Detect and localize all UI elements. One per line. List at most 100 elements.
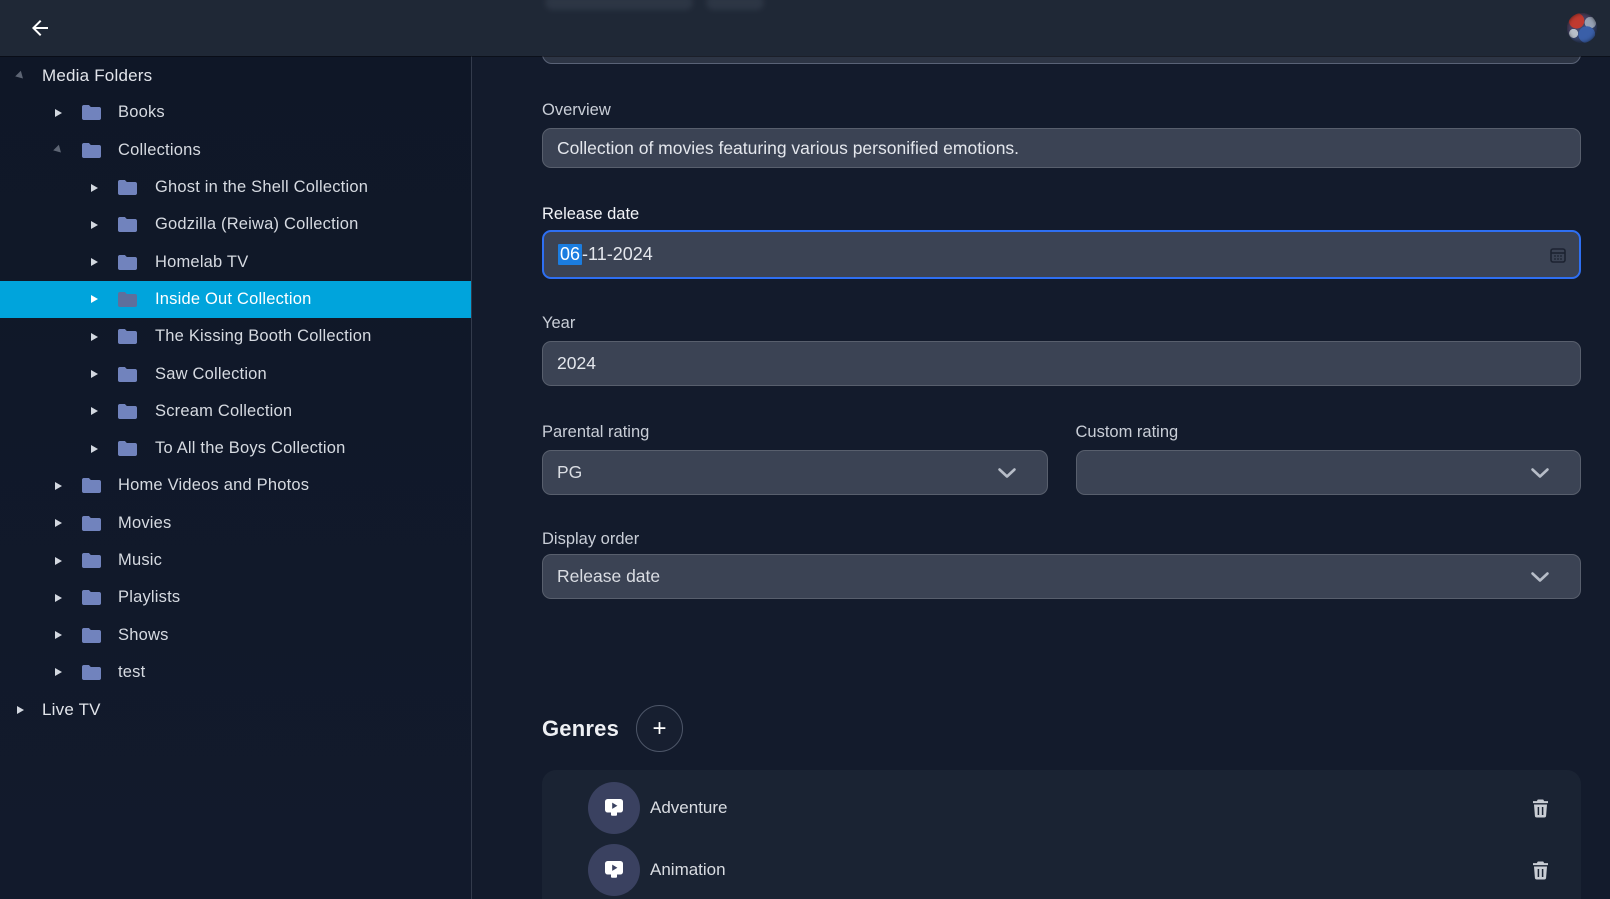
- overview-input[interactable]: Collection of movies featuring various p…: [542, 128, 1581, 168]
- folder-icon: [118, 329, 137, 344]
- sidebar-item-label: Shows: [118, 626, 169, 645]
- back-button[interactable]: [24, 12, 56, 44]
- sidebar-item-label: Home Videos and Photos: [118, 476, 309, 495]
- expand-arrow-icon[interactable]: [51, 109, 65, 117]
- year-input[interactable]: 2024: [542, 341, 1581, 386]
- parental-rating-field: Parental rating PG: [542, 423, 1048, 495]
- sidebar-item-live-tv[interactable]: Live TV: [0, 691, 471, 728]
- custom-rating-select[interactable]: [1076, 450, 1582, 495]
- parental-rating-value: PG: [557, 462, 582, 483]
- sidebar-item-test[interactable]: test: [0, 654, 471, 691]
- expand-arrow-icon[interactable]: [87, 370, 101, 378]
- calendar-icon[interactable]: [1549, 246, 1567, 264]
- sidebar-item-label: test: [118, 663, 145, 682]
- sidebar-item-books[interactable]: Books: [0, 94, 471, 131]
- sidebar-item-homelab-tv[interactable]: Homelab TV: [0, 243, 471, 280]
- sidebar-item-label: Scream Collection: [155, 402, 292, 421]
- folder-icon: [82, 665, 101, 680]
- custom-rating-field: Custom rating: [1076, 423, 1582, 495]
- sidebar-item-label: Saw Collection: [155, 365, 267, 384]
- sidebar-item-label: The Kissing Booth Collection: [155, 327, 372, 346]
- trash-icon: [1532, 799, 1549, 818]
- custom-rating-label: Custom rating: [1076, 423, 1582, 442]
- sidebar-item-home-videos-and-photos[interactable]: Home Videos and Photos: [0, 467, 471, 504]
- expand-arrow-icon[interactable]: [87, 258, 101, 266]
- sidebar-item-shows[interactable]: Shows: [0, 616, 471, 653]
- expand-arrow-icon[interactable]: [87, 221, 101, 229]
- sidebar-item-label: Playlists: [118, 588, 180, 607]
- expand-arrow-icon[interactable]: [51, 594, 65, 602]
- overview-value: Collection of movies featuring various p…: [557, 138, 1019, 159]
- genre-item: Adventure: [588, 782, 1551, 834]
- expand-arrow-icon[interactable]: [51, 557, 65, 565]
- expand-arrow-icon[interactable]: [87, 295, 101, 303]
- sidebar-item-label: Inside Out Collection: [155, 290, 311, 309]
- display-order-select[interactable]: Release date: [542, 554, 1581, 599]
- sidebar-item-music[interactable]: Music: [0, 542, 471, 579]
- date-selected-segment: 06: [558, 244, 582, 265]
- folder-icon: [82, 105, 101, 120]
- expand-arrow-icon[interactable]: [51, 631, 65, 639]
- overview-label: Overview: [542, 101, 1581, 120]
- delete-genre-button[interactable]: [1530, 797, 1551, 820]
- folder-icon: [82, 590, 101, 605]
- expand-arrow-icon[interactable]: [13, 72, 27, 80]
- folder-icon: [118, 217, 137, 232]
- genres-heading: Genres: [542, 716, 619, 742]
- chevron-down-icon: [1530, 467, 1550, 479]
- year-value: 2024: [557, 353, 596, 374]
- folder-icon: [118, 404, 137, 419]
- sidebar-item-godzilla-reiwa-collection[interactable]: Godzilla (Reiwa) Collection: [0, 206, 471, 243]
- display-order-value: Release date: [557, 566, 660, 587]
- sidebar-item-label: Ghost in the Shell Collection: [155, 178, 368, 197]
- sidebar-item-movies[interactable]: Movies: [0, 505, 471, 542]
- expand-arrow-icon[interactable]: [51, 519, 65, 527]
- video-display-icon: [601, 858, 627, 882]
- release-date-label: Release date: [542, 205, 1581, 224]
- expand-arrow-icon[interactable]: [51, 668, 65, 676]
- sidebar-item-label: Books: [118, 103, 165, 122]
- obscured-content-blur: [545, 0, 693, 10]
- sidebar-item-saw-collection[interactable]: Saw Collection: [0, 355, 471, 392]
- genre-label: Adventure: [650, 798, 728, 818]
- user-avatar[interactable]: [1567, 13, 1597, 43]
- year-label: Year: [542, 314, 1581, 333]
- sidebar-item-playlists[interactable]: Playlists: [0, 579, 471, 616]
- video-display-icon: [601, 796, 627, 820]
- sidebar-item-inside-out-collection[interactable]: Inside Out Collection: [0, 281, 471, 318]
- chevron-down-icon: [1530, 571, 1550, 583]
- expand-arrow-icon[interactable]: [51, 146, 65, 154]
- expand-arrow-icon[interactable]: [51, 482, 65, 490]
- sidebar-item-media-folders[interactable]: Media Folders: [0, 57, 471, 94]
- expand-arrow-icon[interactable]: [87, 445, 101, 453]
- folder-icon: [82, 553, 101, 568]
- sidebar-item-ghost-in-the-shell-collection[interactable]: Ghost in the Shell Collection: [0, 169, 471, 206]
- genre-label: Animation: [650, 860, 726, 880]
- metadata-editor-form: Overview Collection of movies featuring …: [472, 56, 1610, 899]
- expand-arrow-icon[interactable]: [87, 407, 101, 415]
- sidebar-item-collections[interactable]: Collections: [0, 132, 471, 169]
- genres-list: Adventure Animation: [542, 770, 1581, 899]
- expand-arrow-icon[interactable]: [87, 333, 101, 341]
- genre-avatar: [588, 844, 640, 896]
- date-rest: -11-2024: [582, 244, 653, 265]
- sidebar-item-label: Live TV: [42, 700, 101, 720]
- genre-avatar: [588, 782, 640, 834]
- release-date-input[interactable]: 06-11-2024: [542, 230, 1581, 279]
- parental-rating-select[interactable]: PG: [542, 450, 1048, 495]
- sidebar-item-the-kissing-booth-collection[interactable]: The Kissing Booth Collection: [0, 318, 471, 355]
- sidebar-item-label: Homelab TV: [155, 253, 248, 272]
- folder-icon: [118, 180, 137, 195]
- display-order-label: Display order: [542, 530, 1581, 549]
- obscured-content-blur: [706, 0, 764, 10]
- sidebar-item-scream-collection[interactable]: Scream Collection: [0, 393, 471, 430]
- sidebar-item-label: To All the Boys Collection: [155, 439, 345, 458]
- top-app-bar: [0, 0, 1610, 56]
- folder-icon: [82, 143, 101, 158]
- sidebar-item-to-all-the-boys-collection[interactable]: To All the Boys Collection: [0, 430, 471, 467]
- delete-genre-button[interactable]: [1530, 859, 1551, 882]
- expand-arrow-icon[interactable]: [13, 706, 27, 714]
- expand-arrow-icon[interactable]: [87, 184, 101, 192]
- add-genre-button[interactable]: +: [636, 705, 683, 752]
- sidebar-item-label: Movies: [118, 514, 171, 533]
